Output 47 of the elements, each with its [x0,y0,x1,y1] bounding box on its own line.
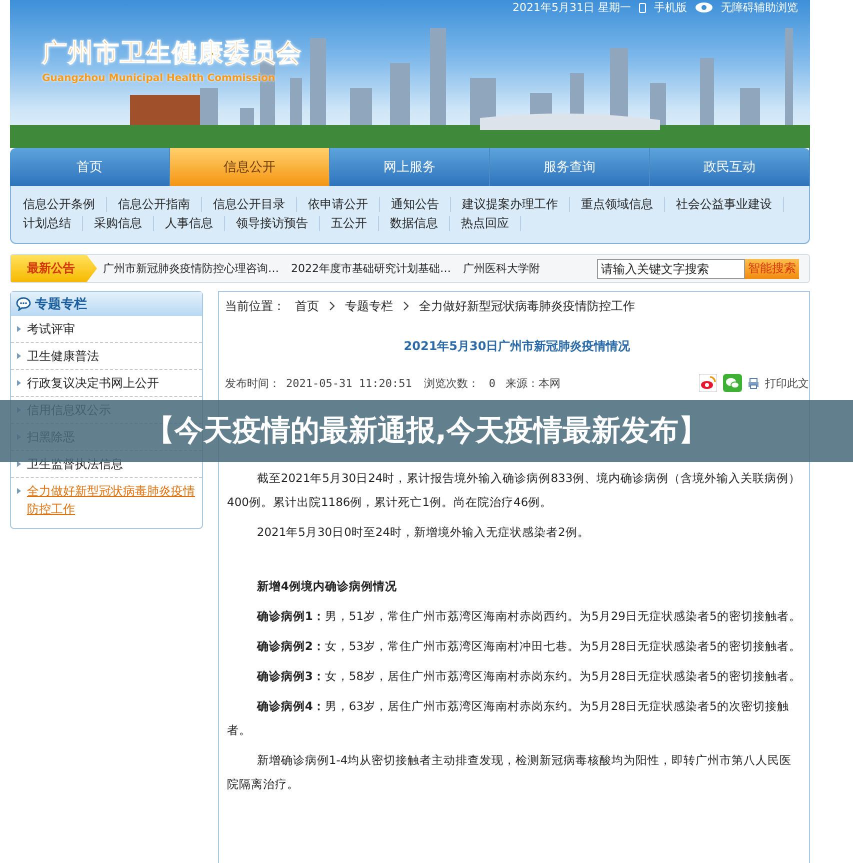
source-text: 来源：本网 [505,376,560,390]
sub-nav-link[interactable]: 重点领域信息 [581,197,665,212]
views-count: 0 [488,376,496,390]
paragraph: 确诊病例3：女，58岁，居住广州市荔湾区海南村赤岗东约。为5月28日无症状感染者5的密切接触者。 [256,668,801,685]
publish-time-label: 发布时间： [225,376,280,390]
sub-nav-link[interactable]: 采购信息 [94,216,154,231]
date-text: 2021年5月31日 星期一 [512,0,631,15]
sub-nav-link[interactable]: 依申请公开 [308,197,380,212]
paragraph: 2021年5月30日0时至24时，新增境外输入无症状感染者2例。 [256,524,590,541]
notice-link[interactable]: 2022年度市基础研究计划基础… [291,261,451,276]
notice-label: 最新公告 [11,255,97,282]
sub-nav-link[interactable]: 数据信息 [390,216,450,231]
sub-nav-link[interactable]: 人事信息 [165,216,225,231]
sub-nav-link[interactable]: 领导接访预告 [236,216,320,231]
sub-nav-link[interactable]: 通知公告 [391,197,451,212]
breadcrumb-link[interactable]: 首页 [295,298,319,314]
breadcrumb-link[interactable]: 专题专栏 [345,298,393,314]
sub-nav-link[interactable]: 社会公益事业建设 [676,197,784,212]
paragraph: 截至2021年5月30日24时，累计报告境外输入确诊病例833例、境内确诊病例（含境外输入关联病例）400例。累计出院1186例，累计死亡1例。尚在院治疗46例。 [227,470,801,511]
sub-nav-link[interactable]: 信息公开目录 [213,197,297,212]
paragraph: 确诊病例4：男，63岁，居住广州市荔湾区海南村赤岗东约。为5月28日无症状感染者5的次密切接触者。 [227,698,790,739]
paragraph: 确诊病例1：男，51岁，常住广州市荔湾区海南村赤岗西约。为5月29日无症状感染者5的密切接触者。 [256,608,801,625]
section-heading: 新增4例境内确诊病例情况 [256,578,398,595]
print-link[interactable]: 打印此文 [765,376,809,390]
logo-subtitle: Guangzhou Municipal Health Commission [42,73,276,84]
notice-link[interactable]: 广州医科大学附 [463,261,540,276]
publish-time: 2021-05-31 11:20:51 [286,376,412,390]
breadcrumb-label: 当前位置： [225,298,285,314]
sidebar-link[interactable]: 考试评审 [27,320,75,338]
logo-title: 广州市卫生健康委员会 [42,37,302,69]
sidebar-title: 专题专栏 [35,296,87,313]
search-field[interactable]: 请输入关键文字搜索 [597,258,745,278]
sub-nav-link[interactable]: 五公开 [331,216,379,231]
views-label: 浏览次数： [424,376,479,390]
sub-nav-link[interactable]: 计划总结 [23,216,83,231]
nav-tab[interactable]: 信息公开 [170,148,330,186]
sidebar-link[interactable]: 卫生健康普法 [27,347,99,365]
sub-nav-link[interactable]: 信息公开指南 [118,197,202,212]
breadcrumb-link[interactable]: 全力做好新型冠状病毒肺炎疫情防控工作 [419,298,635,314]
sidebar-link[interactable]: 行政复议决定书网上公开 [27,374,159,392]
notice-link[interactable]: 广州市新冠肺炎疫情防控心理咨询… [103,261,279,276]
sub-nav-link[interactable]: 信息公开条例 [23,197,107,212]
paragraph: 确诊病例2：女，53岁，常住广州市荔湾区海南村冲田七巷。为5月28日无症状感染者5的密切接触者。 [256,638,801,655]
sub-nav-link[interactable]: 建议提案办理工作 [462,197,570,212]
paragraph: 新增确诊病例1-4均从密切接触者主动排查发现，检测新冠病毒核酸均为阳性，即转广州市第八人民医院隔离治疗。 [227,752,793,793]
sub-nav-link[interactable]: 热点回应 [461,216,521,231]
article-title: 2021年5月30日广州市新冠肺炎疫情情况 [402,338,632,355]
